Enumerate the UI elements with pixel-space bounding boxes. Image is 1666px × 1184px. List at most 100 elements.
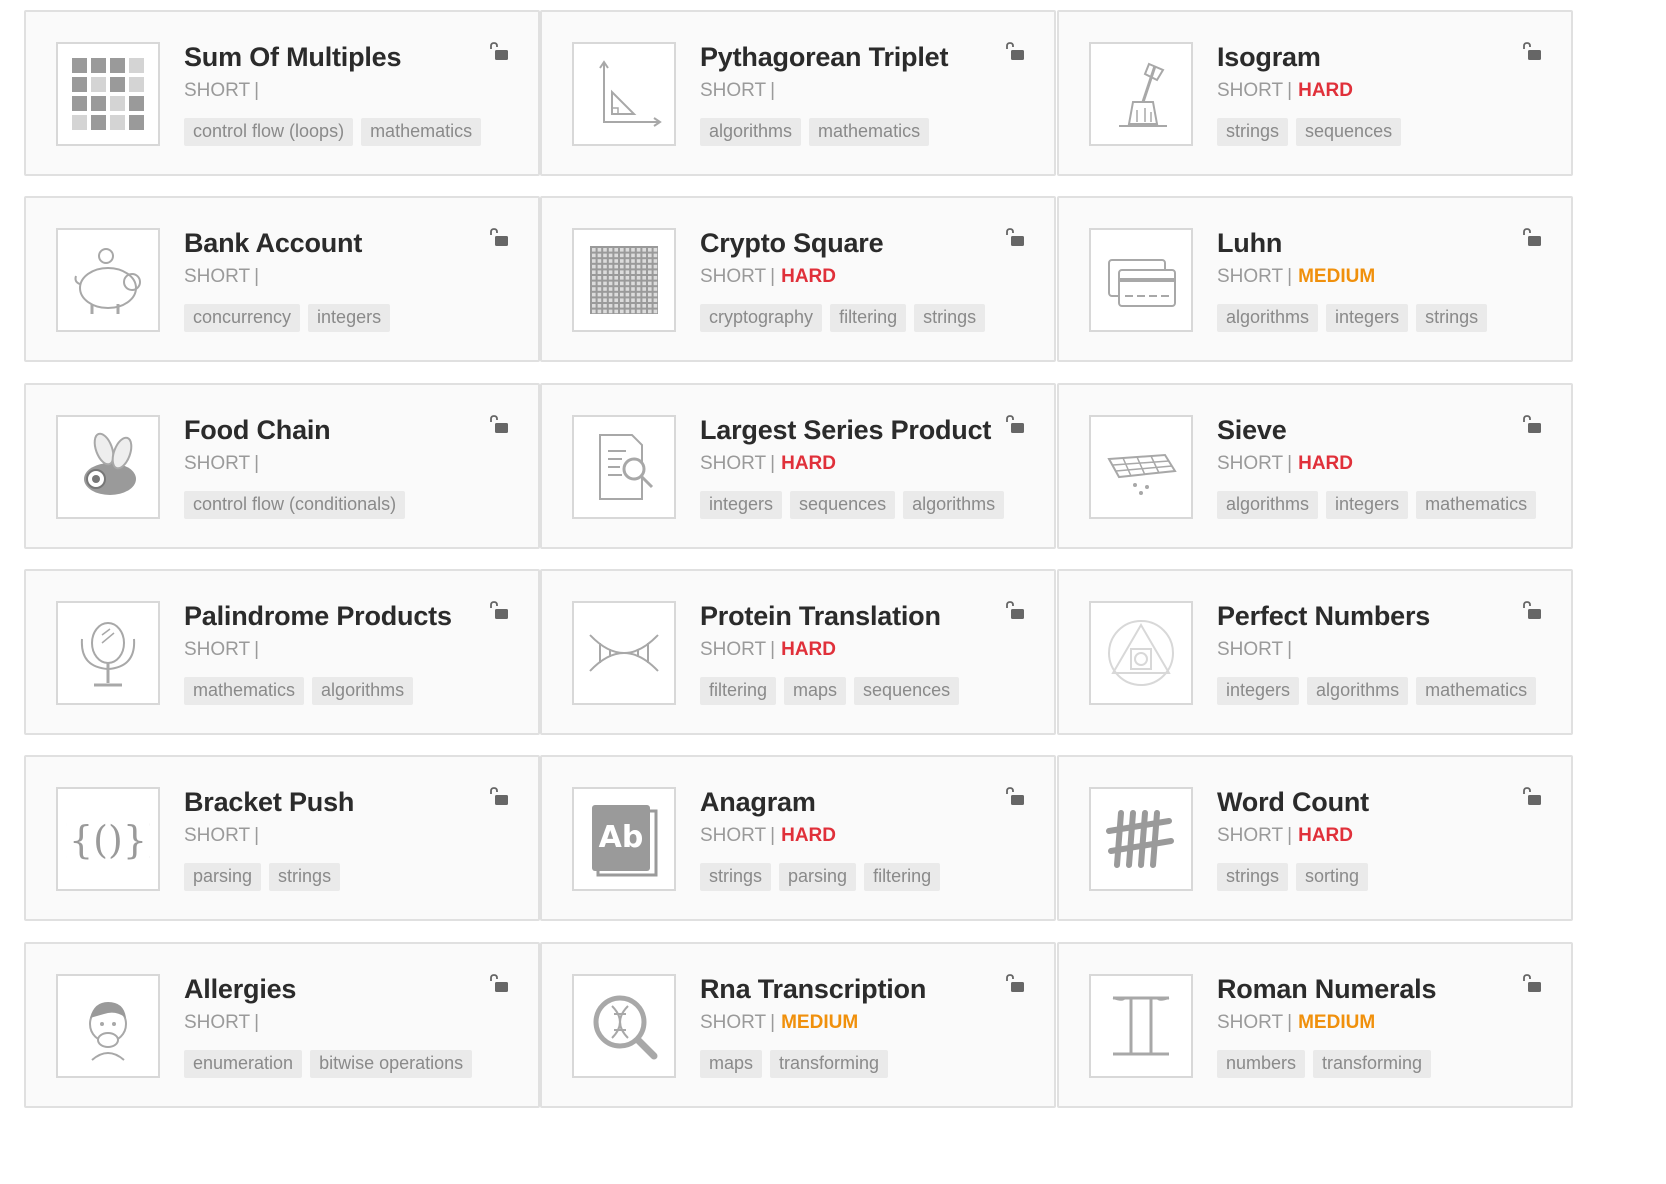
topic-tag[interactable]: algorithms [1217, 491, 1319, 519]
topic-tag[interactable]: transforming [1313, 1050, 1432, 1078]
topic-tag[interactable]: cryptography [700, 304, 823, 332]
length-label: SHORT [184, 266, 251, 287]
topic-tag[interactable]: parsing [779, 863, 857, 891]
topic-tag[interactable]: filtering [830, 304, 907, 332]
topic-tag[interactable]: maps [700, 1050, 763, 1078]
exercise-title[interactable]: Perfect Numbers [1217, 601, 1430, 632]
topic-tag[interactable]: integers [1326, 304, 1409, 332]
exercise-card[interactable]: Sum Of Multiples SHORT | control flow (loop… [24, 10, 540, 176]
exercise-title[interactable]: Sum Of Multiples [184, 42, 402, 73]
exercise-title[interactable]: Bank Account [184, 228, 362, 259]
topic-tag[interactable]: sequences [854, 677, 960, 705]
unlocked-icon [490, 42, 508, 60]
meta-separator: | [770, 1012, 776, 1033]
topic-tag[interactable]: mathematics [184, 677, 305, 705]
exercise-card[interactable]: Crypto Square SHORT | HARD cryptography filte… [540, 196, 1056, 362]
topic-tag[interactable]: strings [914, 304, 986, 332]
exercise-title[interactable]: Rna Transcription [700, 974, 926, 1005]
axe-stump-icon [1119, 62, 1167, 127]
length-label: SHORT [700, 1012, 767, 1033]
exercise-title[interactable]: Bracket Push [184, 787, 354, 818]
topic-tag[interactable]: algorithms [1307, 677, 1409, 705]
exercise-card[interactable]: Rna Transcription SHORT | MEDIUM maps transfo… [540, 942, 1056, 1108]
topic-tag[interactable]: sequences [1296, 118, 1402, 146]
length-label: SHORT [700, 266, 767, 287]
exercise-title[interactable]: Isogram [1217, 42, 1321, 73]
exercise-card[interactable]: Roman Numerals SHORT | MEDIUM numbers transfo… [1057, 942, 1573, 1108]
exercise-card[interactable]: Pythagorean Triplet SHORT | algorithms mathe… [540, 10, 1056, 176]
topic-tag[interactable]: strings [269, 863, 341, 891]
unlocked-icon [1006, 601, 1024, 619]
exercise-title[interactable]: Anagram [700, 787, 816, 818]
exercise-title[interactable]: Food Chain [184, 415, 331, 446]
topic-tag[interactable]: algorithms [903, 491, 1005, 519]
lock-status [1004, 787, 1026, 807]
exercise-thumbnail [572, 228, 676, 332]
topic-tag[interactable]: algorithms [1217, 304, 1319, 332]
meta-separator: | [770, 639, 776, 660]
exercise-card[interactable]: Allergies SHORT | enumeration bitwise operat… [24, 942, 540, 1108]
topic-tag[interactable]: sorting [1296, 863, 1369, 891]
exercise-title[interactable]: Crypto Square [700, 228, 884, 259]
exercise-title[interactable]: Palindrome Products [184, 601, 452, 632]
exercise-card[interactable]: Isogram SHORT | HARD strings sequences [1057, 10, 1573, 176]
topic-tag[interactable]: mathematics [1416, 491, 1537, 519]
topic-tag[interactable]: enumeration [184, 1050, 303, 1078]
exercise-thumbnail [572, 415, 676, 519]
exercise-title[interactable]: Largest Series Product [700, 415, 991, 446]
topic-tag[interactable]: concurrency [184, 304, 301, 332]
exercise-meta: SHORT | MEDIUM [1217, 266, 1375, 288]
exercise-title[interactable]: Luhn [1217, 228, 1282, 259]
exercise-card[interactable]: Sieve SHORT | HARD algorithms integers mathema… [1057, 383, 1573, 549]
exercise-thumbnail [56, 974, 160, 1078]
exercise-title[interactable]: Pythagorean Triplet [700, 42, 948, 73]
topic-tag[interactable]: control flow (conditionals) [184, 491, 406, 519]
exercise-card[interactable]: Protein Translation SHORT | HARD filtering ma… [540, 569, 1056, 735]
exercise-card[interactable]: Ab Anagram SHORT | HARD strings parsing filteri… [540, 755, 1056, 921]
exercise-card[interactable]: [{()}] Bracket Push SHORT| parsingstrings [24, 755, 540, 921]
topic-tag[interactable]: transforming [770, 1050, 889, 1078]
topic-tag[interactable]: parsing [184, 863, 262, 891]
topic-tag[interactable]: control flow (loops) [184, 118, 354, 146]
topic-tag[interactable]: sequences [790, 491, 896, 519]
topic-tag[interactable]: algorithms [312, 677, 414, 705]
exercise-card[interactable]: Luhn SHORT | MEDIUM algorithms integers string… [1057, 196, 1573, 362]
topic-tag[interactable]: mathematics [1416, 677, 1537, 705]
exercise-card[interactable]: Bank Account SHORT | concurrency integers [24, 196, 540, 362]
exercise-meta: SHORT | HARD [700, 453, 836, 475]
exercise-card[interactable]: Palindrome Products SHORT | mathematics algo… [24, 569, 540, 735]
exercise-title[interactable]: Allergies [184, 974, 296, 1005]
unlocked-icon [490, 787, 508, 805]
topic-tag[interactable]: numbers [1217, 1050, 1306, 1078]
topic-tag[interactable]: mathematics [809, 118, 930, 146]
length-label: SHORT [184, 80, 251, 101]
lock-status [488, 974, 510, 994]
exercise-card[interactable]: Word Count SHORT | HARD strings sorting [1057, 755, 1573, 921]
roman-two-icon [1112, 996, 1170, 1056]
exercise-title[interactable]: Sieve [1217, 415, 1287, 446]
fly-icon [84, 432, 136, 495]
lock-status [1004, 601, 1026, 621]
topic-tag[interactable]: strings [1416, 304, 1488, 332]
topic-tag[interactable]: mathematics [361, 118, 482, 146]
topic-tag[interactable]: algorithms [700, 118, 802, 146]
exercise-title[interactable]: Protein Translation [700, 601, 941, 632]
exercise-title[interactable]: Word Count [1217, 787, 1369, 818]
exercise-card[interactable]: Largest Series Product SHORT | HARD integers… [540, 383, 1056, 549]
topic-tag[interactable]: integers [308, 304, 391, 332]
exercise-card[interactable]: Perfect Numbers SHORT | integers algorithms m… [1057, 569, 1573, 735]
topic-tag[interactable]: integers [700, 491, 783, 519]
meta-separator: | [1287, 639, 1293, 660]
exercise-card[interactable]: Food Chain SHORT | control flow (conditiona… [24, 383, 540, 549]
exercise-title[interactable]: Roman Numerals [1217, 974, 1436, 1005]
topic-tag[interactable]: filtering [700, 677, 777, 705]
topic-tag[interactable]: integers [1326, 491, 1409, 519]
topic-tag[interactable]: maps [784, 677, 847, 705]
topic-tag[interactable]: bitwise operations [310, 1050, 473, 1078]
topic-tag[interactable]: integers [1217, 677, 1300, 705]
exercise-meta: SHORT | [184, 1012, 265, 1034]
topic-tag[interactable]: strings [1217, 863, 1289, 891]
topic-tag[interactable]: strings [700, 863, 772, 891]
topic-tag[interactable]: filtering [864, 863, 941, 891]
topic-tag[interactable]: strings [1217, 118, 1289, 146]
